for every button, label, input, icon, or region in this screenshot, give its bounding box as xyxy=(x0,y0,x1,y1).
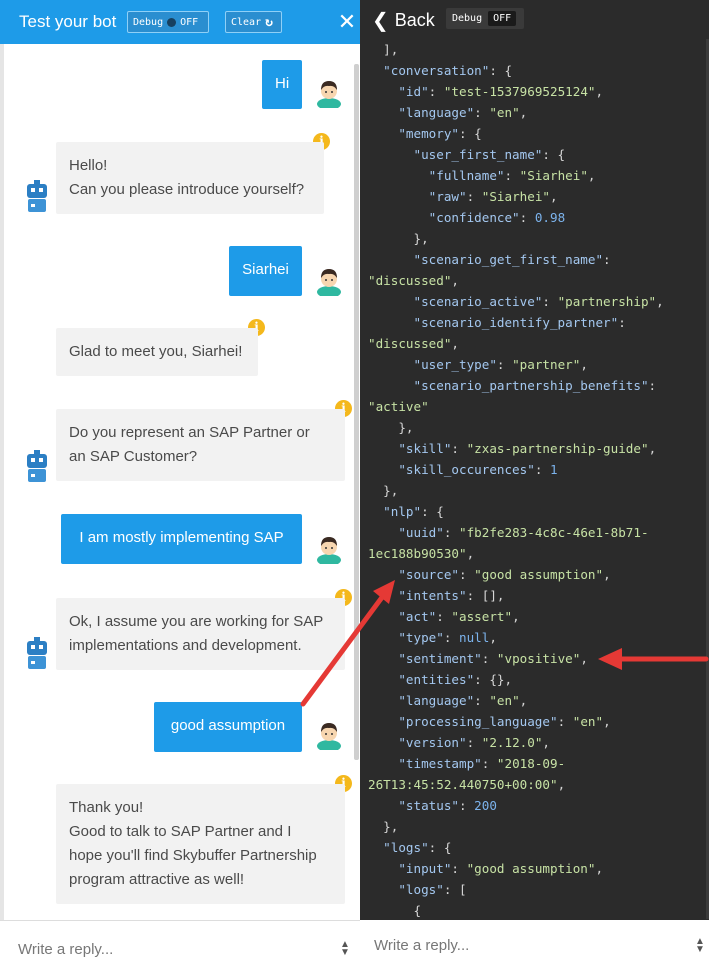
message-line: program attractive as well! xyxy=(69,871,245,888)
bot-avatar-icon xyxy=(27,180,47,212)
bot-message: Hello! Can you please introduce yourself… xyxy=(56,142,324,214)
resize-stepper-icon[interactable]: ▲ ▼ xyxy=(340,940,350,958)
back-label: Back xyxy=(394,10,435,30)
message-line: Good to talk to SAP Partner and I xyxy=(69,823,292,840)
message-line: Hello! xyxy=(69,157,108,174)
message-line: hope you'll find Skybuffer Partnership xyxy=(69,847,317,864)
user-avatar-icon xyxy=(317,723,341,750)
test-bot-panel: Test your bot Debug OFF Clear ↻ ✕ Hi i H… xyxy=(0,0,360,962)
bot-message: Thank you! Good to talk to SAP Partner a… xyxy=(56,784,345,904)
debug-state: OFF xyxy=(488,11,517,26)
chat-scrollbar-thumb[interactable] xyxy=(354,64,359,760)
chat-messages: Hi i Hello! Can you please introduce you… xyxy=(0,44,360,920)
close-icon[interactable]: ✕ xyxy=(337,11,357,33)
user-message: Hi xyxy=(262,60,302,109)
bot-message: Ok, I assume you are working for SAP imp… xyxy=(56,598,345,670)
clear-label: Clear xyxy=(231,16,262,28)
json-viewer: ], "conversation": { "id": "test-1537969… xyxy=(368,42,664,918)
debug-toggle[interactable]: Debug OFF xyxy=(446,8,524,29)
message-line: Ok, I assume you are working for SAP xyxy=(69,613,324,630)
bot-avatar-icon xyxy=(27,637,47,669)
debug-input-bar: Write a reply... ▲ ▼ xyxy=(360,920,709,962)
debug-state: OFF xyxy=(180,16,199,28)
user-avatar-icon xyxy=(317,269,341,296)
message-line: an SAP Customer? xyxy=(69,448,198,465)
reply-input[interactable]: Write a reply... xyxy=(18,941,113,958)
message-text: good assumption xyxy=(170,717,286,734)
message-text: Siarhei xyxy=(242,261,289,278)
debug-json-panel: ❮ Back Debug OFF ], "conversation": { "i… xyxy=(360,0,709,962)
chat-input-bar: Write a reply... ▲ ▼ xyxy=(0,920,360,962)
user-avatar-icon xyxy=(317,81,341,108)
resize-stepper-icon[interactable]: ▲ ▼ xyxy=(695,937,705,955)
clear-button[interactable]: Clear ↻ xyxy=(225,11,282,33)
chevron-left-icon: ❮ xyxy=(372,10,389,32)
message-line: Thank you! xyxy=(69,799,144,816)
chat-title: Test your bot xyxy=(19,12,117,31)
debug-toggle[interactable]: Debug OFF xyxy=(127,11,209,33)
bot-avatar-icon xyxy=(27,450,47,482)
refresh-icon: ↻ xyxy=(265,14,273,30)
user-message: good assumption xyxy=(154,702,302,752)
user-avatar-icon xyxy=(317,537,341,564)
message-text: I am mostly implementing SAP xyxy=(79,529,284,546)
reply-input[interactable]: Write a reply... xyxy=(374,937,469,954)
message-line: Can you please introduce yourself? xyxy=(69,181,305,198)
message-line: Do you represent an SAP Partner or xyxy=(69,424,310,441)
back-button[interactable]: ❮ Back xyxy=(372,8,435,33)
debug-label: Debug xyxy=(133,16,164,28)
debug-label: Debug xyxy=(452,13,483,24)
user-message: I am mostly implementing SAP xyxy=(61,514,302,564)
toggle-knob xyxy=(167,17,177,27)
message-line: implementations and development. xyxy=(69,637,302,654)
message-text: Hi xyxy=(275,75,290,92)
message-line: Glad to meet you, Siarhei! xyxy=(69,343,243,360)
bot-message: Glad to meet you, Siarhei! xyxy=(56,328,258,376)
user-message: Siarhei xyxy=(229,246,302,296)
bot-message: Do you represent an SAP Partner or an SA… xyxy=(56,409,345,481)
chat-header: Test your bot Debug OFF Clear ↻ ✕ xyxy=(0,0,360,44)
